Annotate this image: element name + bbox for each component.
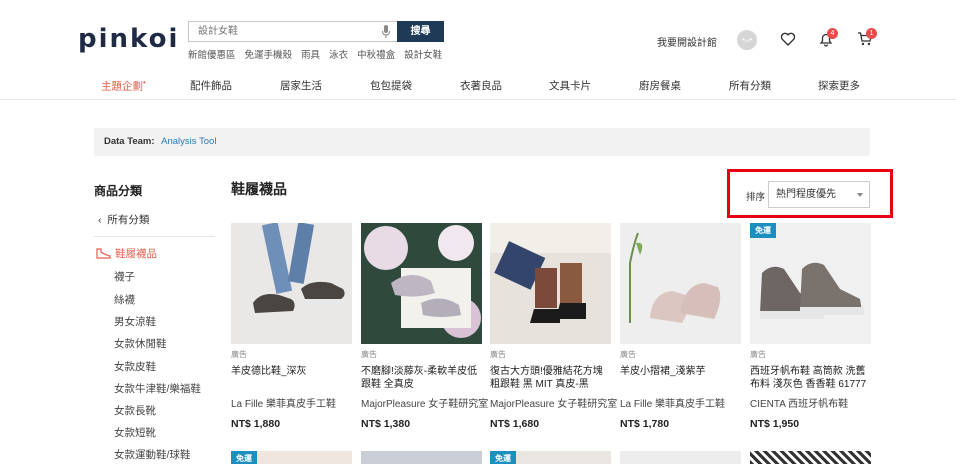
- sidebar-item-oxfords-loafers[interactable]: 女款牛津鞋/樂福鞋: [114, 381, 201, 396]
- product-image[interactable]: 免運: [750, 223, 871, 344]
- shoe-icon: [96, 248, 111, 259]
- hot-tag[interactable]: 設計女鞋: [404, 47, 442, 61]
- ad-label: 廣告: [490, 350, 506, 359]
- nav-item-explore[interactable]: 探索更多: [818, 78, 860, 93]
- product-name[interactable]: 羊皮小摺裙_淺紫芋: [620, 365, 741, 391]
- product-name[interactable]: 西班牙帆布鞋 高筒款 洗舊布料 淺灰色 香香鞋 61777 23: [750, 365, 871, 391]
- nav-item-clothing[interactable]: 衣著良品: [460, 78, 502, 93]
- product-price: NT$ 1,780: [620, 418, 670, 430]
- ad-label: 廣告: [750, 350, 766, 359]
- nav-item-featured[interactable]: 主題企劃•: [101, 78, 146, 94]
- hot-tag[interactable]: 雨具: [301, 47, 320, 61]
- product-image-peek[interactable]: [361, 451, 482, 464]
- notification-badge: 4: [827, 28, 838, 39]
- product-image-peek[interactable]: [620, 451, 741, 464]
- search-input[interactable]: [189, 22, 369, 41]
- shop-name[interactable]: MajorPleasure 女子鞋研究室: [490, 395, 617, 410]
- free-shipping-tag: 免運: [750, 223, 776, 238]
- search-box: [188, 21, 397, 42]
- product-price: NT$ 1,380: [361, 418, 411, 430]
- sidebar-title: 商品分類: [94, 184, 143, 198]
- microphone-icon[interactable]: [381, 25, 391, 39]
- nav-item-kitchen[interactable]: 廚房餐桌: [639, 78, 681, 93]
- page-title: 鞋履襪品: [231, 181, 287, 197]
- hot-tag[interactable]: 免運手機殼: [245, 47, 293, 61]
- shop-name[interactable]: MajorPleasure 女子鞋研究室: [361, 395, 488, 410]
- chevron-left-icon: ‹: [98, 214, 102, 226]
- product-image[interactable]: [361, 223, 482, 344]
- product-card[interactable]: 免運 廣告 西班牙帆布鞋 高筒款 洗舊布料 淺灰色 香香鞋 61777 23 C…: [750, 223, 871, 430]
- free-shipping-tag: 免運: [231, 451, 257, 464]
- sidebar-current-category[interactable]: 鞋履襪品: [96, 246, 157, 261]
- data-team-bar: Data Team: Analysis Tool: [94, 128, 870, 156]
- shop-name[interactable]: CIENTA 西班牙帆布鞋: [750, 395, 871, 410]
- nav-item-home[interactable]: 居家生活: [280, 78, 322, 93]
- shop-name[interactable]: La Fille 樂菲真皮手工鞋: [620, 395, 741, 410]
- product-card[interactable]: 廣告 羊皮小摺裙_淺紫芋 La Fille 樂菲真皮手工鞋 NT$ 1,780: [620, 223, 741, 430]
- cart-badge: 1: [866, 28, 877, 39]
- category-nav: 主題企劃• 配件飾品 居家生活 包包提袋 衣著良品 文具卡片 廚房餐桌 所有分類…: [0, 74, 956, 100]
- sidebar-item-leather-shoes[interactable]: 女款皮鞋: [114, 359, 156, 374]
- nav-item-stationery[interactable]: 文具卡片: [549, 78, 591, 93]
- ad-label: 廣告: [620, 350, 636, 359]
- nav-item-bags[interactable]: 包包提袋: [370, 78, 412, 93]
- shop-name[interactable]: La Fille 樂菲真皮手工鞋: [231, 395, 352, 410]
- sidebar-item-stockings[interactable]: 絲襪: [114, 292, 135, 307]
- product-image[interactable]: [620, 223, 741, 344]
- highlight-box: [727, 169, 893, 218]
- product-name[interactable]: 羊皮德比鞋_深灰: [231, 365, 352, 391]
- product-image[interactable]: [490, 223, 611, 344]
- product-card[interactable]: 廣告 復古大方頭!優雅結花方塊粗跟鞋 黑 MIT 真皮-黑 MajorPleas…: [490, 223, 617, 430]
- ad-label: 廣告: [231, 350, 247, 359]
- sidebar-divider: [94, 236, 215, 237]
- nav-item-all-categories[interactable]: 所有分類: [729, 78, 771, 93]
- sidebar-item-long-boots[interactable]: 女款長靴: [114, 403, 156, 418]
- search-button[interactable]: 搜尋: [397, 21, 444, 42]
- free-shipping-tag: 免運: [490, 451, 516, 464]
- hot-tag[interactable]: 中秋禮盒: [357, 47, 395, 61]
- product-name[interactable]: 復古大方頭!優雅結花方塊粗跟鞋 黑 MIT 真皮-黑: [490, 365, 611, 391]
- nav-item-accessories[interactable]: 配件飾品: [190, 78, 232, 93]
- sidebar-item-sandals[interactable]: 男女涼鞋: [114, 314, 156, 329]
- product-image[interactable]: [231, 223, 352, 344]
- new-dot: •: [143, 78, 146, 87]
- sidebar-item-short-boots[interactable]: 女款短靴: [114, 425, 156, 440]
- product-image-peek[interactable]: [750, 451, 871, 464]
- product-price: NT$ 1,880: [231, 418, 281, 430]
- hot-tag[interactable]: 新館優惠區: [188, 47, 236, 61]
- team-label: Data Team:: [104, 136, 155, 147]
- sidebar-item-casual-shoes[interactable]: 女款休閒鞋: [114, 336, 167, 351]
- sidebar-back-all-categories[interactable]: ‹ 所有分類: [98, 212, 149, 227]
- sidebar-item-sneakers[interactable]: 女款運動鞋/球鞋: [114, 447, 190, 462]
- avatar[interactable]: •ᴗ•: [737, 30, 757, 50]
- product-card[interactable]: 廣告 不磨腳!淡藤灰-柔軟羊皮低跟鞋 全真皮 MajorPleasure 女子鞋…: [361, 223, 488, 430]
- analysis-tool-link[interactable]: Analysis Tool: [161, 136, 216, 147]
- product-price: NT$ 1,950: [750, 418, 800, 430]
- hot-tag[interactable]: 泳衣: [329, 47, 348, 61]
- open-shop-link[interactable]: 我要開設計館: [657, 34, 717, 49]
- product-card[interactable]: 廣告 羊皮德比鞋_深灰 La Fille 樂菲真皮手工鞋 NT$ 1,880: [231, 223, 352, 430]
- hot-search-tags: 新館優惠區 免運手機殼 雨具 泳衣 中秋禮盒 設計女鞋: [188, 47, 442, 61]
- product-name[interactable]: 不磨腳!淡藤灰-柔軟羊皮低跟鞋 全真皮: [361, 365, 482, 391]
- ad-label: 廣告: [361, 350, 377, 359]
- pinkoi-logo[interactable]: pinkoi: [78, 24, 179, 54]
- product-price: NT$ 1,680: [490, 418, 540, 430]
- sidebar-item-socks[interactable]: 襪子: [114, 269, 135, 284]
- heart-icon[interactable]: [780, 31, 796, 47]
